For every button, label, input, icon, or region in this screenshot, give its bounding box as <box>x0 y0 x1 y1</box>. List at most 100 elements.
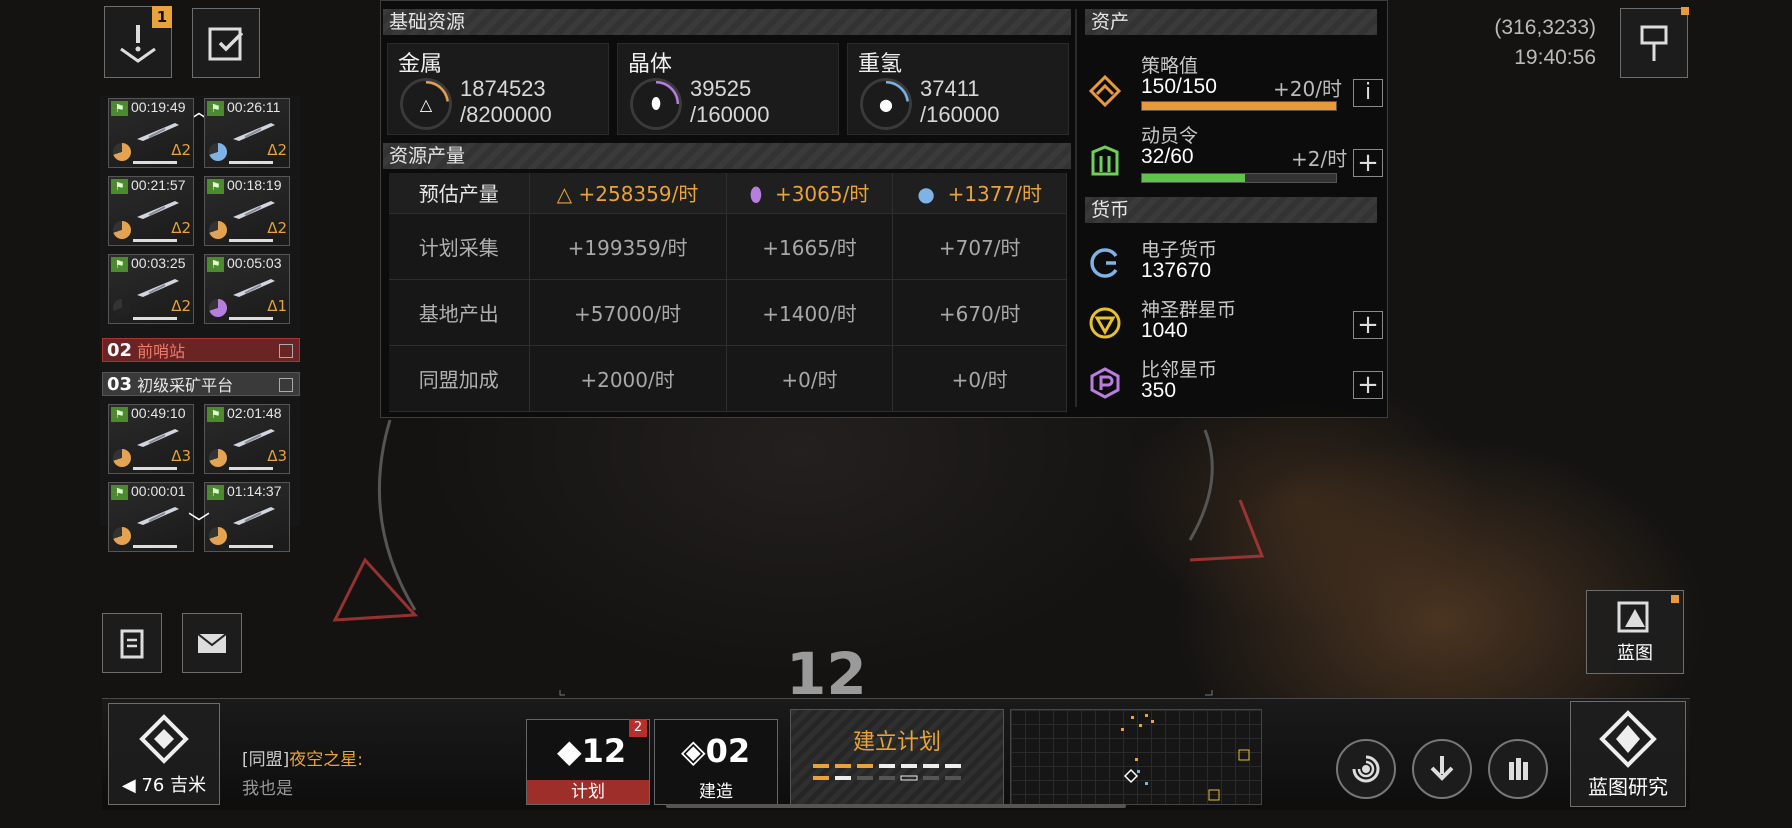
blueprint-icon <box>1617 601 1649 633</box>
fleet-status-icon: ⚑ <box>207 179 224 194</box>
ship-icon <box>137 429 179 447</box>
blueprint-research-label: 蓝图研究 <box>1588 774 1668 799</box>
blueprint-button[interactable]: 蓝图 <box>1586 590 1684 674</box>
create-plan-label: 建立计划 <box>852 730 941 755</box>
report-button[interactable] <box>102 613 162 673</box>
plan-button[interactable]: ◆12 2 计划 <box>526 719 650 805</box>
fleet-card[interactable]: ⚑ 02:01:48 Δ3 <box>204 404 290 474</box>
scroll-indicator <box>666 804 1126 808</box>
plan-count-row: ◆12 <box>557 732 627 770</box>
fleet-status-icon: ⚑ <box>207 407 224 422</box>
fleet-progress-bar <box>133 161 177 164</box>
fleet-card[interactable]: ⚑ 00:49:10 Δ3 <box>108 404 194 474</box>
ship-icon <box>137 201 179 219</box>
fleet-timer: 00:21:57 <box>131 177 186 193</box>
fleet-progress-icon <box>113 527 131 545</box>
deuterium-value: +0/时 <box>892 345 1067 412</box>
panel-divider <box>1075 9 1077 407</box>
fleet-card[interactable]: ⚑ 00:26:11 Δ2 <box>204 98 290 168</box>
strategy-bar <box>1141 101 1337 111</box>
ship-icon <box>137 279 179 297</box>
ship-icon <box>233 123 275 141</box>
mobilize-rate: +2/时 <box>1291 147 1348 171</box>
fleet-level: Δ2 <box>171 141 191 159</box>
fleet-level: Δ1 <box>267 297 287 315</box>
resource-glyph: ⬮ <box>650 94 662 113</box>
station-checkbox[interactable] <box>279 344 293 358</box>
fleet-card[interactable]: ⚑ 00:05:03 Δ1 <box>204 254 290 324</box>
add-holy-coin-button[interactable]: + <box>1353 311 1383 339</box>
fleet-progress-bar <box>229 545 273 548</box>
fleet-timer: 00:49:10 <box>131 405 186 421</box>
resource-amount: 37411/160000 <box>920 76 1000 127</box>
row-label: 计划采集 <box>389 213 530 280</box>
fleet-card[interactable]: ⚑ 01:14:37 <box>204 482 290 552</box>
ship-icon <box>233 429 275 447</box>
add-mobilize-button[interactable]: + <box>1353 149 1383 177</box>
resource-capacity: /8200000 <box>460 102 552 127</box>
row-label: 预估产量 <box>389 173 530 214</box>
fleet-card[interactable]: ⚑ 00:21:57 Δ2 <box>108 176 194 246</box>
production-estimate-row: 预估产量 △ +258359/时 ⬮ +3065/时 ● +1377/时 <box>389 173 1067 214</box>
deuterium-value: +707/时 <box>892 213 1067 280</box>
blueprint-research-button[interactable]: 蓝图研究 <box>1570 701 1686 807</box>
create-plan-button[interactable]: 建立计划 <box>790 709 1004 805</box>
resource-box[interactable]: 晶体 ⬮ 39525/160000 <box>617 43 839 135</box>
galaxy-button[interactable] <box>1336 739 1396 799</box>
info-button[interactable]: i <box>1353 79 1383 107</box>
strategy-value: 150/150 <box>1141 75 1217 98</box>
resource-box[interactable]: 金属 △ 1874523/8200000 <box>387 43 609 135</box>
resource-name: 金属 <box>398 52 443 77</box>
fleet-progress-icon <box>209 143 227 161</box>
add-proxima-coin-button[interactable]: + <box>1353 371 1383 399</box>
fleet-status-icon: ⚑ <box>111 179 128 194</box>
fleet-card[interactable]: ⚑ 00:18:19 Δ2 <box>204 176 290 246</box>
resource-box[interactable]: 重氢 ● 37411/160000 <box>847 43 1069 135</box>
fleet-timer: 00:00:01 <box>131 483 186 499</box>
fleet-card[interactable]: ⚑ 00:19:49 Δ2 <box>108 98 194 168</box>
mobilize-bar <box>1141 173 1337 183</box>
tasks-button[interactable] <box>192 8 260 78</box>
fleet-progress-icon <box>209 221 227 239</box>
production-row: 基地产出 +57000/时 +1400/时 +670/时 <box>389 279 1067 346</box>
fleet-progress-icon <box>113 449 131 467</box>
station-mining-platform[interactable]: 03 初级采矿平台 <box>102 372 300 396</box>
fleet-progress-bar <box>133 545 177 548</box>
fleet-progress-icon <box>209 299 227 317</box>
currency-value: 137670 <box>1141 259 1212 282</box>
alliance-button[interactable] <box>1488 739 1548 799</box>
fleet-timer: 00:05:03 <box>227 255 282 271</box>
ship-icon <box>233 507 275 525</box>
station-outpost[interactable]: 02 前哨站 <box>102 338 300 362</box>
corner-accent <box>1671 595 1679 603</box>
chevron-down-icon[interactable]: ﹀ <box>188 506 210 538</box>
crystal-value: +0/时 <box>726 345 894 412</box>
fleet-timer: 00:19:49 <box>131 99 186 115</box>
currency-header: 货币 <box>1085 197 1377 223</box>
coordinates[interactable]: (316,3233) <box>1494 16 1596 40</box>
crystal-value: +1400/时 <box>726 279 894 346</box>
alert-button[interactable]: 1 <box>104 6 172 78</box>
fleet-status-icon: ⚑ <box>111 101 128 116</box>
ship-icon <box>233 279 275 297</box>
home-base-button[interactable]: ◀ 76 吉米 <box>108 703 220 805</box>
fleet-level: Δ2 <box>267 141 287 159</box>
build-button[interactable]: ◈02 建造 <box>654 719 778 805</box>
mail-button[interactable] <box>182 613 242 673</box>
build-label: 建造 <box>699 782 733 802</box>
deuterium-estimate: ● +1377/时 <box>892 173 1067 214</box>
arrow-down-icon <box>1430 756 1454 781</box>
station-checkbox[interactable] <box>279 378 293 392</box>
blueprint-label: 蓝图 <box>1617 643 1653 664</box>
crystal-estimate: ⬮ +3065/时 <box>726 173 894 214</box>
minimap[interactable] <box>1010 709 1262 805</box>
currency-label: 比邻星币 <box>1141 359 1218 381</box>
bookmark-button[interactable] <box>1620 7 1689 78</box>
metal-value: +199359/时 <box>529 213 727 280</box>
fleet-card[interactable]: ⚑ 00:00:01 <box>108 482 194 552</box>
production-header: 资源产量 <box>383 143 1071 169</box>
fleet-card[interactable]: ⚑ 00:03:25 Δ2 <box>108 254 194 324</box>
chat-channel: [同盟] <box>242 750 290 770</box>
download-button[interactable] <box>1412 739 1472 799</box>
fleet-progress-bar <box>133 467 177 470</box>
